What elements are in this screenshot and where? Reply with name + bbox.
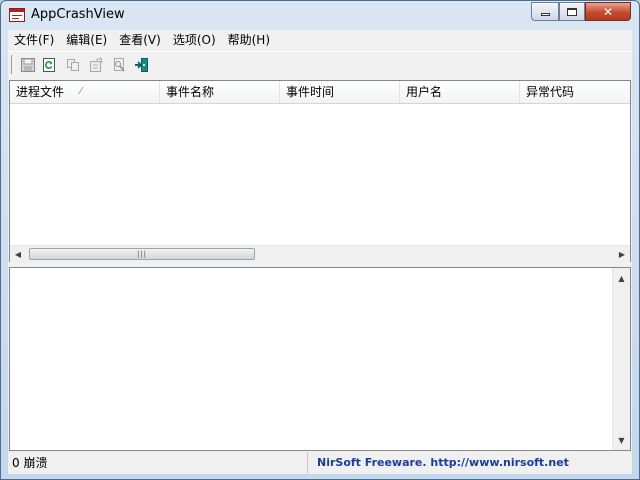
copy-icon — [67, 59, 79, 71]
column-header-user-name[interactable]: 用户名 — [400, 81, 520, 103]
title-bar[interactable]: AppCrashView ✕ — [1, 1, 639, 29]
status-bar: 0 崩溃 NirSoft Freeware. http://www.nirsof… — [8, 452, 632, 474]
minimize-button[interactable] — [531, 2, 559, 21]
menu-bar: 文件(F) 编辑(E) 查看(V) 选项(O) 帮助(H) — [8, 30, 632, 50]
toolbar — [8, 51, 632, 77]
appcrashview-app-icon[interactable] — [9, 8, 25, 22]
details-pane[interactable]: ▲ ▼ — [9, 267, 631, 451]
scroll-left-icon[interactable]: ◀ — [10, 246, 26, 262]
refresh-icon — [43, 58, 55, 72]
toolbar-grip — [11, 55, 15, 74]
close-button[interactable]: ✕ — [585, 2, 631, 21]
minimize-icon — [540, 13, 550, 16]
app-window: AppCrashView ✕ 文件(F) 编辑(E) 查看(V) 选项(O) 帮… — [0, 0, 640, 480]
client-area: 文件(F) 编辑(E) 查看(V) 选项(O) 帮助(H) 进程文件 ⁄ 事件名… — [8, 30, 632, 474]
horizontal-scroll-thumb[interactable]: ||| — [29, 248, 255, 260]
scroll-up-icon[interactable]: ▲ — [613, 270, 630, 286]
maximize-button[interactable] — [559, 2, 585, 21]
sort-arrow-icon: ⁄ — [80, 86, 82, 97]
scroll-right-icon[interactable]: ▶ — [614, 246, 630, 262]
save-button[interactable] — [18, 55, 38, 75]
menu-view[interactable]: 查看(V) — [113, 30, 167, 50]
vertical-scrollbar[interactable]: ▲ ▼ — [612, 268, 630, 450]
save-icon — [21, 58, 35, 72]
refresh-button[interactable] — [39, 55, 59, 75]
crash-list[interactable]: 进程文件 ⁄ 事件名称 事件时间 用户名 异常代码 ◀ ||| ▶ — [9, 80, 631, 262]
crash-count-status: 0 崩溃 — [8, 452, 308, 474]
nirsoft-link[interactable]: NirSoft Freeware. http://www.nirsoft.net — [309, 452, 632, 474]
grip-icon: ||| — [136, 250, 148, 258]
horizontal-scrollbar[interactable]: ◀ ||| ▶ — [10, 245, 630, 262]
column-header-event-name[interactable]: 事件名称 — [160, 81, 280, 103]
menu-edit[interactable]: 编辑(E) — [60, 30, 113, 50]
exit-button[interactable] — [132, 55, 152, 75]
scroll-down-icon[interactable]: ▼ — [613, 432, 630, 448]
list-header: 进程文件 ⁄ 事件名称 事件时间 用户名 异常代码 — [10, 81, 630, 104]
column-header-event-time[interactable]: 事件时间 — [280, 81, 400, 103]
properties-icon — [90, 57, 103, 72]
properties-button[interactable] — [86, 55, 106, 75]
menu-options[interactable]: 选项(O) — [167, 30, 222, 50]
column-header-exception-code[interactable]: 异常代码 — [520, 81, 630, 103]
window-title: AppCrashView — [31, 7, 125, 22]
copy-button[interactable] — [63, 55, 83, 75]
menu-file[interactable]: 文件(F) — [8, 30, 60, 50]
menu-help[interactable]: 帮助(H) — [222, 30, 276, 50]
maximize-icon — [567, 7, 577, 16]
find-icon — [114, 58, 125, 72]
find-button[interactable] — [109, 55, 129, 75]
exit-icon — [135, 58, 148, 72]
close-icon: ✕ — [602, 4, 614, 19]
column-header-process-file[interactable]: 进程文件 ⁄ — [10, 81, 160, 103]
